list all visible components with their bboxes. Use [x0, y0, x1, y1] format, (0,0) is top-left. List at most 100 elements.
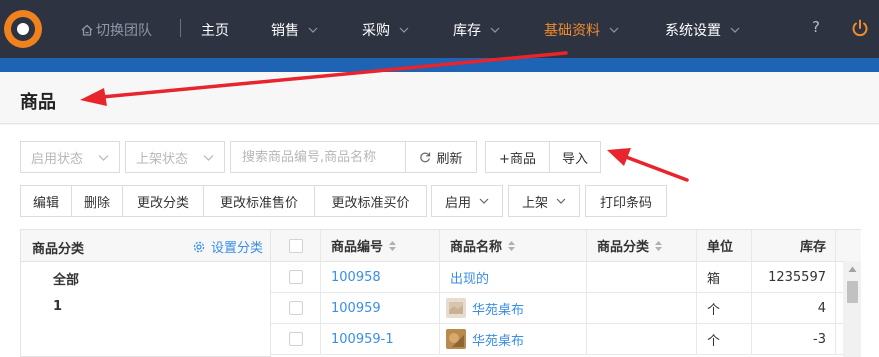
power-icon[interactable] — [850, 18, 870, 38]
scroll-up-icon[interactable] — [848, 265, 857, 273]
product-table: 商品编号 商品名称 商品分类 单位 库存 100958 出现的 箱 123559… — [271, 229, 861, 357]
row-checkbox[interactable] — [288, 270, 303, 284]
app-root: 切换团队 主页 销售 采购 库存 基础资料 系统设置 ? 商品 启用状态 上架状… — [0, 0, 879, 357]
select-all-checkbox[interactable] — [288, 238, 303, 253]
category-item-all[interactable]: 全部 — [53, 269, 79, 288]
product-unit: 个 — [697, 293, 752, 323]
nav-accent-strip — [0, 58, 879, 72]
print-barcode-button[interactable]: 打印条码 — [585, 185, 667, 217]
row-checkbox[interactable] — [288, 332, 303, 346]
sort-icon — [389, 240, 397, 251]
nav-item-label: 系统设置 — [665, 23, 721, 39]
table-row[interactable]: 100959-1 华苑桌布 个 -3 — [271, 324, 861, 355]
row-select-cell — [271, 293, 321, 323]
product-category — [587, 293, 697, 323]
nav-item-inventory[interactable]: 库存 — [453, 20, 500, 40]
category-panel-header: 商品分类 设置分类 — [21, 230, 270, 262]
nav-divider — [180, 19, 181, 37]
enable-dropdown-button[interactable]: 启用 — [431, 185, 503, 217]
column-header-label: 商品名称 — [450, 240, 503, 255]
edit-button[interactable]: 编辑 — [20, 185, 72, 217]
import-button[interactable]: 导入 — [549, 141, 601, 173]
nav-item-purchase[interactable]: 采购 — [362, 20, 409, 40]
chevron-down-icon — [609, 27, 619, 33]
product-code[interactable]: 100958 — [321, 262, 440, 292]
column-header-unit[interactable]: 单位 — [697, 230, 752, 261]
column-header-stock[interactable]: 库存 — [752, 230, 836, 261]
product-code[interactable]: 100959-1 — [321, 324, 440, 354]
change-category-button[interactable]: 更改分类 — [122, 185, 204, 217]
nav-item-label: 销售 — [271, 23, 299, 39]
shelve-label: 上架 — [521, 195, 548, 211]
product-thumbnail — [446, 298, 466, 318]
switch-team-label: 切换团队 — [96, 23, 152, 39]
table-row[interactable]: 100958 出现的 箱 1235597 — [271, 262, 861, 293]
table-scrollbar[interactable] — [843, 261, 861, 357]
scrollbar-thumb[interactable] — [847, 281, 858, 303]
chevron-down-icon — [556, 198, 566, 204]
search-input[interactable] — [231, 143, 401, 171]
row-select-cell — [271, 324, 321, 354]
product-thumbnail — [446, 329, 466, 349]
product-name: 华苑桌布 — [472, 333, 525, 349]
row-checkbox[interactable] — [288, 301, 303, 315]
print-barcode-label: 打印条码 — [599, 195, 652, 211]
change-std-sell-price-button[interactable]: 更改标准售价 — [203, 185, 315, 217]
chevron-down-icon — [98, 155, 109, 161]
refresh-label: 刷新 — [436, 151, 463, 167]
nav-item-system-settings[interactable]: 系统设置 — [665, 20, 740, 40]
select-all-cell — [271, 230, 321, 261]
column-header-name[interactable]: 商品名称 — [440, 230, 587, 261]
change-std-buy-price-button[interactable]: 更改标准买价 — [314, 185, 427, 217]
change-std-buy-price-label: 更改标准买价 — [331, 195, 410, 211]
product-name[interactable]: 出现的 — [440, 262, 587, 292]
product-name-cell[interactable]: 华苑桌布 — [440, 324, 587, 354]
product-category — [587, 324, 697, 354]
change-std-sell-price-label: 更改标准售价 — [219, 195, 298, 211]
product-name-cell[interactable]: 华苑桌布 — [440, 293, 587, 323]
chevron-down-icon — [399, 27, 409, 33]
main-content: 启用状态 上架状态 刷新 +商品 导入 编辑 删除 — [0, 125, 879, 357]
product-stock: 1235597 — [752, 262, 836, 292]
shelf-status-value: 上架状态 — [136, 151, 189, 167]
chevron-down-icon — [479, 198, 489, 204]
nav-item-sales[interactable]: 销售 — [271, 20, 318, 40]
shelf-status-select[interactable]: 上架状态 — [125, 141, 225, 173]
shelve-dropdown-button[interactable]: 上架 — [508, 185, 580, 217]
enable-status-value: 启用状态 — [31, 151, 84, 167]
logo[interactable] — [4, 10, 42, 48]
column-header-category[interactable]: 商品分类 — [587, 230, 697, 261]
import-label: 导入 — [561, 151, 588, 167]
enable-status-select[interactable]: 启用状态 — [20, 141, 120, 173]
chevron-down-icon — [490, 27, 500, 33]
product-code[interactable]: 100959 — [321, 293, 440, 323]
add-product-button[interactable]: +商品 — [485, 141, 550, 173]
nav-item-label: 主页 — [201, 23, 229, 39]
help-icon[interactable]: ? — [812, 18, 820, 36]
category-settings-link[interactable]: 设置分类 — [192, 237, 263, 256]
category-panel: 商品分类 设置分类 全部 1 — [20, 229, 271, 357]
refresh-button[interactable]: 刷新 — [405, 141, 477, 173]
nav-item-basic-data[interactable]: 基础资料 — [544, 20, 619, 40]
sort-icon — [508, 240, 516, 251]
nav-item-label: 采购 — [362, 23, 390, 39]
delete-button[interactable]: 删除 — [71, 185, 123, 217]
nav-item-home[interactable]: 主页 — [201, 20, 229, 40]
nav-item-label: 库存 — [453, 23, 481, 39]
chevron-down-icon — [203, 155, 214, 161]
column-header-code[interactable]: 商品编号 — [321, 230, 440, 261]
chevron-down-icon — [308, 27, 318, 33]
product-stock: 4 — [752, 293, 836, 323]
sort-icon — [655, 240, 663, 251]
column-header-label: 商品分类 — [597, 240, 650, 255]
switch-team-button[interactable]: 切换团队 — [80, 20, 152, 40]
table-row[interactable]: 100959 华苑桌布 个 4 — [271, 293, 861, 324]
page-title: 商品 — [20, 92, 56, 113]
category-item-1[interactable]: 1 — [53, 299, 62, 314]
product-name: 华苑桌布 — [472, 302, 525, 318]
gear-icon — [193, 241, 205, 252]
edit-label: 编辑 — [32, 195, 59, 211]
category-settings-label: 设置分类 — [210, 241, 263, 256]
change-category-label: 更改分类 — [136, 195, 189, 211]
table-header-row: 商品编号 商品名称 商品分类 单位 库存 — [271, 230, 861, 262]
